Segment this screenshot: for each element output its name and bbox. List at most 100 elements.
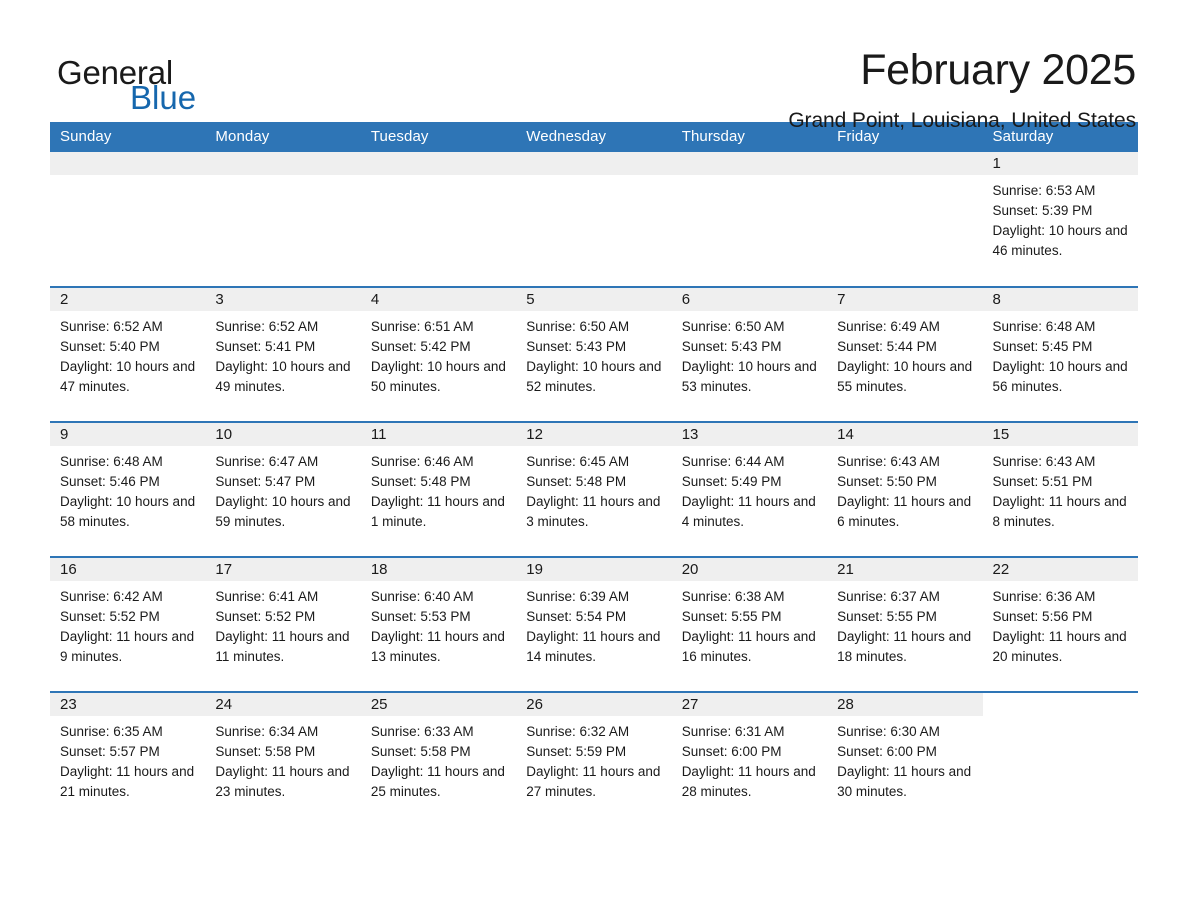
day-number: 26	[516, 693, 672, 716]
calendar-day-cell[interactable]: 6 Sunrise: 6:50 AM Sunset: 5:43 PM Daylight…	[671, 286, 828, 422]
day-number: 7	[827, 288, 983, 311]
day-details: Sunrise: 6:37 AM Sunset: 5:55 PM Daylight:…	[827, 581, 982, 667]
sunrise-text: Sunrise: 6:49 AM	[837, 319, 940, 334]
sunset-text: Sunset: 5:55 PM	[837, 609, 937, 624]
day-number: 18	[360, 558, 517, 581]
calendar-day-cell[interactable]: 27 Sunrise: 6:31 AM Sunset: 6:00 PM Dayligh…	[671, 691, 828, 827]
day-number: 28	[827, 693, 983, 716]
day-details: Sunrise: 6:30 AM Sunset: 6:00 PM Daylight:…	[827, 716, 982, 802]
calendar-day-cell[interactable]: 20 Sunrise: 6:38 AM Sunset: 5:55 PM Dayligh…	[671, 556, 828, 692]
calendar-day-cell[interactable]: 22 Sunrise: 6:36 AM Sunset: 5:56 PM Dayligh…	[982, 556, 1138, 692]
day-number: 10	[205, 423, 361, 446]
calendar-day-cell[interactable]: 21 Sunrise: 6:37 AM Sunset: 5:55 PM Dayligh…	[827, 556, 983, 692]
sunset-text: Sunset: 5:47 PM	[215, 474, 316, 489]
day-number: 24	[205, 693, 361, 716]
daylight-text: Daylight: 10 hours and 59 minutes.	[215, 494, 351, 529]
calendar-day-cell[interactable]: 25 Sunrise: 6:33 AM Sunset: 5:58 PM Dayligh…	[360, 691, 517, 827]
sunset-text: Sunset: 5:50 PM	[837, 474, 937, 489]
day-details: Sunrise: 6:52 AM Sunset: 5:41 PM Daylight:…	[205, 311, 360, 397]
calendar-day-cell[interactable]: 3 Sunrise: 6:52 AM Sunset: 5:41 PM Daylight…	[205, 286, 361, 422]
daylight-text: Daylight: 11 hours and 30 minutes.	[837, 764, 972, 799]
day-number: 17	[205, 558, 361, 581]
calendar-day-cell[interactable]: 14 Sunrise: 6:43 AM Sunset: 5:50 PM Dayligh…	[827, 421, 983, 557]
calendar-day-cell[interactable]: 15 Sunrise: 6:43 AM Sunset: 5:51 PM Dayligh…	[982, 421, 1138, 557]
sunrise-text: Sunrise: 6:43 AM	[837, 454, 940, 469]
calendar-day-cell[interactable]: 18 Sunrise: 6:40 AM Sunset: 5:53 PM Dayligh…	[360, 556, 517, 692]
calendar-day-cell[interactable]: 19 Sunrise: 6:39 AM Sunset: 5:54 PM Dayligh…	[516, 556, 672, 692]
calendar-day-cell[interactable]: 11 Sunrise: 6:46 AM Sunset: 5:48 PM Dayligh…	[360, 421, 517, 557]
day-details: Sunrise: 6:35 AM Sunset: 5:57 PM Daylight:…	[50, 716, 205, 802]
day-details: Sunrise: 6:43 AM Sunset: 5:50 PM Daylight:…	[827, 446, 982, 532]
day-details: Sunrise: 6:40 AM Sunset: 5:53 PM Daylight:…	[361, 581, 516, 667]
sunrise-text: Sunrise: 6:48 AM	[60, 454, 163, 469]
calendar-day-cell[interactable]: 16 Sunrise: 6:42 AM Sunset: 5:52 PM Dayligh…	[50, 556, 206, 692]
daylight-text: Daylight: 11 hours and 23 minutes.	[215, 764, 350, 799]
sunset-text: Sunset: 5:52 PM	[215, 609, 316, 624]
sunset-text: Sunset: 6:00 PM	[681, 744, 782, 759]
calendar-day-cell[interactable]: 2 Sunrise: 6:52 AM Sunset: 5:40 PM Daylight…	[50, 286, 206, 422]
calendar-day-cell[interactable]: 9 Sunrise: 6:48 AM Sunset: 5:46 PM Daylight…	[50, 421, 206, 557]
calendar-day-cell[interactable]: 8 Sunrise: 6:48 AM Sunset: 5:45 PM Daylight…	[982, 286, 1138, 422]
day-number	[671, 152, 828, 175]
sunset-text: Sunset: 5:39 PM	[992, 203, 1093, 218]
daylight-text: Daylight: 10 hours and 55 minutes.	[837, 359, 973, 394]
calendar-week-row: 16 Sunrise: 6:42 AM Sunset: 5:52 PM Dayligh…	[50, 556, 1138, 692]
daylight-text: Daylight: 10 hours and 46 minutes.	[992, 223, 1128, 258]
day-details: Sunrise: 6:47 AM Sunset: 5:47 PM Daylight:…	[205, 446, 360, 532]
sunrise-text: Sunrise: 6:43 AM	[992, 454, 1096, 469]
sunset-text: Sunset: 5:52 PM	[60, 609, 160, 624]
calendar-day-cell[interactable]: 4 Sunrise: 6:51 AM Sunset: 5:42 PM Daylight…	[360, 286, 517, 422]
weekday-header-sunday: Sunday	[50, 122, 206, 152]
calendar-cell-empty	[360, 152, 517, 287]
title-block: February 2025 Grand Point, Louisiana, Un…	[788, 47, 1136, 133]
daylight-text: Daylight: 11 hours and 21 minutes.	[60, 764, 195, 799]
daylight-text: Daylight: 11 hours and 13 minutes.	[370, 629, 505, 664]
calendar-day-cell[interactable]: 28 Sunrise: 6:30 AM Sunset: 6:00 PM Dayligh…	[827, 691, 983, 827]
calendar-day-cell[interactable]: 7 Sunrise: 6:49 AM Sunset: 5:44 PM Daylight…	[827, 286, 983, 422]
day-details: Sunrise: 6:46 AM Sunset: 5:48 PM Daylight:…	[361, 446, 516, 532]
sunrise-text: Sunrise: 6:50 AM	[526, 319, 630, 334]
sunrise-text: Sunrise: 6:52 AM	[60, 319, 163, 334]
day-number: 3	[205, 288, 361, 311]
sunrise-text: Sunrise: 6:41 AM	[215, 589, 319, 604]
calendar-day-cell[interactable]: 24 Sunrise: 6:34 AM Sunset: 5:58 PM Dayligh…	[205, 691, 361, 827]
day-number: 12	[516, 423, 672, 446]
daylight-text: Daylight: 11 hours and 6 minutes.	[837, 494, 972, 529]
calendar-day-cell[interactable]: 26 Sunrise: 6:32 AM Sunset: 5:59 PM Dayligh…	[516, 691, 672, 827]
calendar-page: General Blue February 2025 Grand Point, …	[0, 0, 1188, 918]
weekday-header-wednesday: Wednesday	[516, 122, 672, 152]
day-number: 15	[982, 423, 1138, 446]
day-number: 22	[982, 558, 1138, 581]
day-number: 9	[50, 423, 206, 446]
day-details: Sunrise: 6:52 AM Sunset: 5:40 PM Daylight:…	[50, 311, 205, 397]
sunrise-text: Sunrise: 6:50 AM	[681, 319, 785, 334]
day-details: Sunrise: 6:41 AM Sunset: 5:52 PM Daylight:…	[205, 581, 360, 667]
calendar-cell-empty	[516, 152, 672, 287]
sunset-text: Sunset: 5:43 PM	[681, 339, 782, 354]
day-number: 20	[671, 558, 828, 581]
calendar-day-cell[interactable]: 5 Sunrise: 6:50 AM Sunset: 5:43 PM Daylight…	[516, 286, 672, 422]
sunset-text: Sunset: 5:48 PM	[370, 474, 471, 489]
sunrise-text: Sunrise: 6:32 AM	[526, 724, 630, 739]
day-details: Sunrise: 6:38 AM Sunset: 5:55 PM Daylight:…	[672, 581, 827, 667]
calendar-day-cell[interactable]: 10 Sunrise: 6:47 AM Sunset: 5:47 PM Dayligh…	[205, 421, 361, 557]
sunset-text: Sunset: 5:54 PM	[526, 609, 627, 624]
calendar-day-cell[interactable]: 23 Sunrise: 6:35 AM Sunset: 5:57 PM Dayligh…	[50, 691, 206, 827]
calendar-day-cell[interactable]: 1 Sunrise: 6:53 AM Sunset: 5:39 PM Daylight…	[982, 152, 1138, 287]
day-number: 6	[671, 288, 828, 311]
calendar-week-row: 1 Sunrise: 6:53 AM Sunset: 5:39 PM Daylight…	[50, 152, 1138, 287]
calendar-day-cell[interactable]: 17 Sunrise: 6:41 AM Sunset: 5:52 PM Dayligh…	[205, 556, 361, 692]
daylight-text: Daylight: 11 hours and 25 minutes.	[370, 764, 505, 799]
calendar-day-cell[interactable]: 12 Sunrise: 6:45 AM Sunset: 5:48 PM Dayligh…	[516, 421, 672, 557]
day-details: Sunrise: 6:36 AM Sunset: 5:56 PM Daylight:…	[983, 581, 1138, 667]
sunset-text: Sunset: 5:49 PM	[681, 474, 782, 489]
day-number: 8	[982, 288, 1138, 311]
calendar-week-row: 9 Sunrise: 6:48 AM Sunset: 5:46 PM Daylight…	[50, 421, 1138, 557]
sunset-text: Sunset: 5:43 PM	[526, 339, 627, 354]
sunset-text: Sunset: 5:58 PM	[215, 744, 316, 759]
day-number: 2	[50, 288, 206, 311]
generalblue-logo[interactable]: General Blue	[57, 48, 207, 120]
daylight-text: Daylight: 10 hours and 56 minutes.	[992, 359, 1128, 394]
weekday-header-monday: Monday	[205, 122, 361, 152]
calendar-day-cell[interactable]: 13 Sunrise: 6:44 AM Sunset: 5:49 PM Dayligh…	[671, 421, 828, 557]
